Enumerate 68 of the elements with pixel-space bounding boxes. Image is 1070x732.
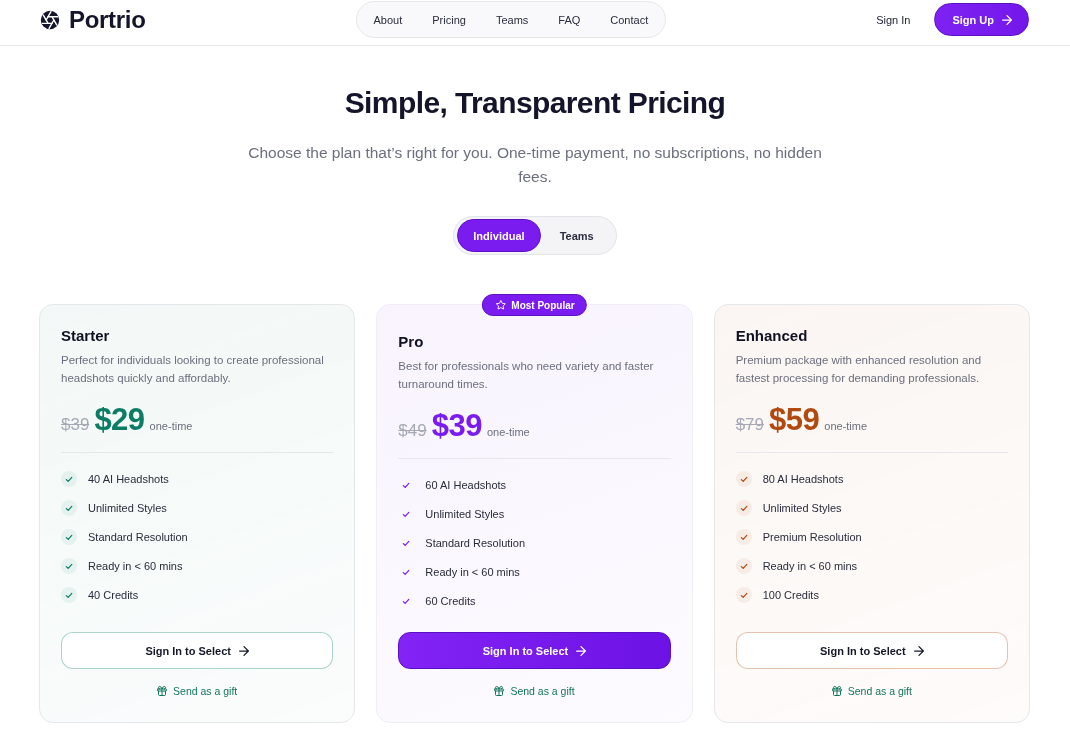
- check-icon: [61, 500, 77, 516]
- check-icon: [735, 558, 752, 574]
- feature-text: 40 Credits: [88, 589, 139, 601]
- feature-text: Premium Resolution: [762, 531, 862, 543]
- feature-text: Ready in < 60 mins: [425, 566, 520, 578]
- arrow-right-icon: [1002, 14, 1012, 25]
- nav-link[interactable]: Contact: [610, 13, 649, 26]
- gift-icon: [831, 686, 842, 696]
- check-icon: [735, 587, 752, 603]
- feature-text: Unlimited Styles: [88, 502, 167, 514]
- old-price: $39: [61, 415, 90, 435]
- price-note: one-time: [486, 426, 530, 438]
- aperture-logo-icon: [40, 10, 60, 30]
- nav-link[interactable]: About: [373, 13, 403, 26]
- gift-icon: [157, 686, 168, 696]
- page-subtitle: Choose the plan that’s right for you. One-time payment, no subscriptions, no hidden fees.: [247, 143, 823, 187]
- feature-text: Ready in < 60 mins: [88, 560, 183, 572]
- sign-in-link[interactable]: Sign In: [876, 13, 911, 26]
- nav-link[interactable]: Pricing: [432, 13, 466, 26]
- toggle-option[interactable]: Teams: [540, 219, 613, 252]
- select-plan-button[interactable]: Sign In to Select: [398, 632, 671, 669]
- nav-link[interactable]: FAQ: [558, 13, 581, 26]
- star-icon: [496, 300, 507, 310]
- old-price: $79: [735, 415, 765, 435]
- feature-text: 40 AI Headshots: [88, 473, 169, 485]
- feature-text: Standard Resolution: [425, 537, 525, 549]
- gift-link[interactable]: Send as a gift: [494, 684, 575, 698]
- arrow-right-icon: [576, 645, 587, 656]
- gift-link[interactable]: Send as a gift: [831, 684, 912, 698]
- check-icon: [61, 587, 77, 603]
- feature-text: 80 AI Headshots: [762, 473, 844, 485]
- plan-name: Starter: [61, 327, 111, 345]
- feature-text: Standard Resolution: [88, 531, 188, 543]
- price-note: one-time: [149, 420, 193, 432]
- plan-description: Premium package with enhanced resolution and fastest processing for demanding professionals.: [735, 353, 983, 386]
- check-icon: [735, 529, 752, 545]
- plan-price: $29: [94, 402, 145, 438]
- gift-icon: [494, 686, 505, 696]
- plan-price: $59: [769, 402, 820, 438]
- price-note: one-time: [824, 420, 868, 432]
- arrow-right-icon: [913, 645, 924, 656]
- feature-text: Ready in < 60 mins: [762, 560, 858, 572]
- feature-text: Unlimited Styles: [425, 508, 505, 520]
- select-plan-button[interactable]: Sign In to Select: [735, 632, 1008, 669]
- gift-link[interactable]: Send as a gift: [157, 684, 238, 698]
- feature-text: 100 Credits: [762, 589, 819, 601]
- sign-up-button[interactable]: Sign Up: [934, 3, 1029, 36]
- plan-description: Best for professionals who need variety and faster turnaround times.: [398, 359, 655, 392]
- page-title: Simple, Transparent Pricing: [344, 85, 726, 121]
- feature-text: 60 AI Headshots: [425, 479, 507, 491]
- check-icon: [735, 471, 752, 487]
- arrow-right-icon: [238, 645, 249, 656]
- plan-name: Pro: [398, 333, 425, 351]
- brand-name: Portrio: [69, 6, 146, 34]
- feature-text: 60 Credits: [425, 595, 476, 607]
- nav-link[interactable]: Teams: [495, 13, 529, 26]
- check-icon: [61, 529, 77, 545]
- plan-name: Enhanced: [735, 327, 809, 345]
- feature-text: Unlimited Styles: [762, 502, 842, 514]
- select-plan-button[interactable]: Sign In to Select: [61, 632, 334, 669]
- check-icon: [735, 500, 752, 516]
- check-icon: [61, 558, 77, 574]
- old-price: $49: [398, 421, 427, 441]
- badge-label: Most Popular: [511, 299, 575, 311]
- toggle-option[interactable]: Individual: [457, 219, 541, 252]
- plan-description: Perfect for individuals looking to create professional headshots quickly and affordably.: [61, 353, 325, 386]
- plan-price: $39: [431, 408, 482, 444]
- check-icon: [61, 471, 77, 487]
